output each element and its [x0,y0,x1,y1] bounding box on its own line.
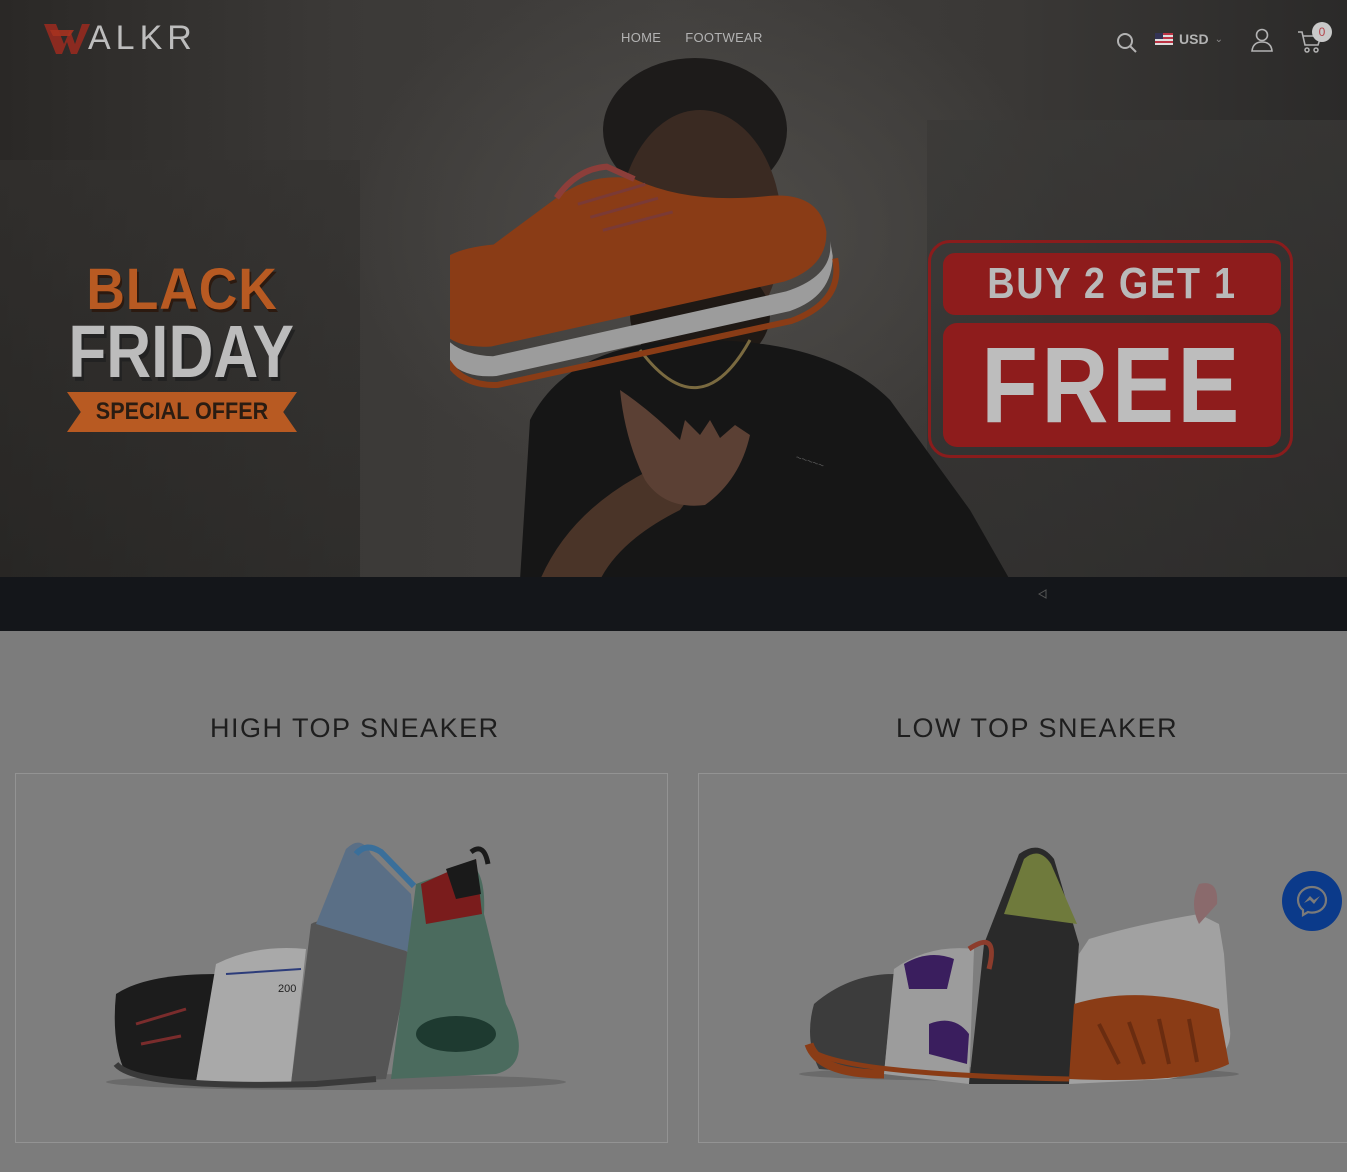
category-card-high-top[interactable]: 200 [15,773,668,1143]
user-icon[interactable] [1250,28,1274,52]
special-offer-label: SPECIAL OFFER [95,398,269,425]
site-header: ALKR HOME FOOTWEAR USD ⌄ 0 [0,0,1347,80]
messenger-chat-button[interactable] [1282,871,1342,931]
promo-bottom-banner: FREE [943,323,1281,447]
promo-top-banner: BUY 2 GET 1 [943,253,1281,315]
buy2get1-promo-badge: BUY 2 GET 1 FREE [928,240,1293,458]
currency-selector[interactable]: USD ⌄ [1155,31,1223,47]
category-card-low-top[interactable] [698,773,1347,1143]
hero-banner[interactable]: ~~~~~ BLACK FRIDAY SPECIAL OFFER BUY 2 G… [0,0,1347,577]
nav-home[interactable]: HOME [621,30,661,45]
us-flag-icon [1155,33,1173,45]
site-logo[interactable]: ALKR [44,18,197,58]
slider-indicator-icon[interactable] [1038,589,1048,599]
messenger-icon [1296,885,1328,917]
nav-footwear[interactable]: FOOTWEAR [685,30,763,45]
promo-top-label: BUY 2 GET 1 [987,259,1237,308]
page: ~~~~~ BLACK FRIDAY SPECIAL OFFER BUY 2 G… [0,0,1347,1172]
high-top-sneaker-image: 200 [106,842,566,1090]
search-icon[interactable] [1116,32,1138,54]
promo-bottom-label: FREE [981,324,1243,445]
low-top-sneaker-image [799,847,1239,1084]
svg-text:200: 200 [278,983,296,995]
special-offer-ribbon: SPECIAL OFFER [67,392,297,432]
black-friday-title-friday: FRIDAY [68,310,294,393]
walkr-logo-icon [44,24,90,54]
chevron-down-icon: ⌄ [1214,33,1223,45]
category-title-low-top: LOW TOP SNEAKER [896,713,1179,743]
hero-bottom-strip [0,577,1347,631]
main-nav: HOME FOOTWEAR [621,30,763,45]
cart-count-badge: 0 [1312,22,1332,42]
currency-label: USD [1179,31,1209,47]
black-friday-badge: BLACK FRIDAY SPECIAL OFFER [62,261,302,432]
category-title-high-top: HIGH TOP SNEAKER [210,713,500,743]
logo-text: ALKR [88,18,197,57]
